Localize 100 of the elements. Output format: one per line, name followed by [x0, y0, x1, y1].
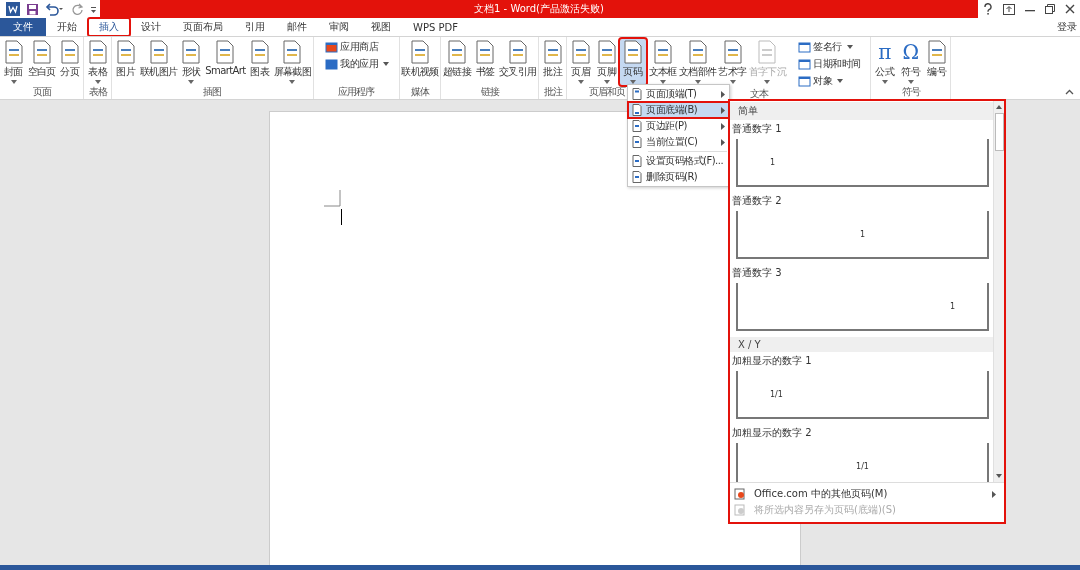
ribbon-tab[interactable]: 邮件 [276, 18, 318, 36]
page-icon [757, 40, 778, 64]
close-icon[interactable] [1065, 4, 1075, 14]
menu-item[interactable]: 设置页码格式(F)... [628, 153, 729, 169]
ribbon-button[interactable]: 文本框 [647, 39, 678, 85]
ribbon-button[interactable]: 我的应用 [324, 56, 391, 71]
ribbon-button[interactable]: 图片 [112, 39, 139, 85]
page-icon [115, 40, 136, 64]
ribbon-tab[interactable]: 视图 [360, 18, 402, 36]
page-icon [632, 136, 642, 148]
help-icon[interactable] [983, 3, 993, 15]
scrollbar-thumb[interactable] [994, 113, 1004, 151]
ribbon-button[interactable]: 页码 [619, 39, 646, 85]
page-icon [687, 40, 708, 64]
ribbon-button[interactable]: 空白页 [26, 39, 57, 85]
page-icon [632, 104, 642, 116]
page-icon [87, 40, 108, 64]
page-icon [249, 40, 270, 64]
page-number-text: 1 [859, 229, 866, 239]
ribbon-button[interactable]: 形状 [178, 39, 205, 85]
page-icon [507, 40, 528, 64]
page-icon [148, 40, 169, 64]
page-icon [722, 40, 743, 64]
menu-item[interactable]: 页面顶端(T) [628, 86, 729, 102]
ribbon-display-icon[interactable] [1003, 3, 1015, 15]
ribbon-button[interactable]: 联机视频 [400, 39, 440, 85]
ribbon-button[interactable]: 表格 [84, 39, 111, 85]
ribbon-button[interactable]: 封面 [0, 39, 27, 85]
ribbon-button[interactable]: 对象 [797, 73, 862, 88]
ribbon-tab[interactable]: 插入 [88, 18, 130, 36]
save-icon[interactable] [26, 2, 39, 16]
page-icon [59, 40, 80, 64]
page-number-preview[interactable]: 1/1 [736, 371, 989, 419]
ribbon-button[interactable]: 联机图片 [138, 39, 179, 85]
ribbon-button[interactable]: 书签 [472, 39, 499, 85]
collapse-ribbon-icon[interactable] [1065, 89, 1074, 95]
sign-in-link[interactable]: 登录 [1057, 20, 1080, 34]
gallery-item-label: 普通数字 3 [732, 266, 783, 280]
ribbon-button[interactable]: 超链接 [441, 39, 473, 85]
page-icon [632, 155, 642, 167]
page-icon [3, 40, 24, 64]
page-number-text: 1 [949, 301, 955, 311]
ribbon-button[interactable]: SmartArt [204, 39, 247, 85]
ribbon-button[interactable]: 页脚 [593, 39, 620, 85]
ribbon-button[interactable]: 应用商店 [324, 39, 391, 54]
ribbon-tab[interactable]: 引用 [234, 18, 276, 36]
menu-item[interactable]: Office.com 中的其他页码(M) [730, 486, 1004, 502]
page-icon [632, 88, 642, 100]
group-label: 应用程序 [338, 86, 375, 99]
page-icon [622, 40, 643, 64]
ribbon-button[interactable]: 交叉引用 [498, 39, 538, 85]
ribbon-button[interactable]: 编号 [923, 39, 950, 85]
scroll-down-icon[interactable] [995, 472, 1003, 480]
ribbon-button[interactable]: 屏幕截图 [272, 39, 313, 85]
page-icon [215, 40, 236, 64]
section-heading: 简单 [730, 102, 993, 120]
page-number-preview[interactable]: 1 [736, 211, 989, 259]
group-label: 文本 [749, 88, 768, 101]
page-icon [542, 40, 563, 64]
page-number-preview[interactable]: 1 [736, 283, 989, 331]
ribbon-tab[interactable]: 页面布局 [172, 18, 234, 36]
page-number-preview[interactable]: 1 [736, 139, 989, 187]
app-icon [798, 74, 812, 87]
ribbon-button[interactable]: 图表 [246, 39, 273, 85]
ribbon-button[interactable]: 页眉 [567, 39, 594, 85]
scroll-up-icon[interactable] [995, 103, 1003, 111]
redo-icon[interactable] [71, 2, 84, 16]
ribbon-tab[interactable]: WPS PDF [402, 18, 469, 36]
file-tab[interactable]: 文件 [0, 18, 46, 36]
scrollbar[interactable] [993, 101, 1004, 482]
ribbon-tab[interactable]: 审阅 [318, 18, 360, 36]
ribbon-tab[interactable]: 设计 [130, 18, 172, 36]
menu-item[interactable]: 页边距(P) [628, 118, 729, 134]
gallery-item-label: 普通数字 2 [732, 194, 783, 208]
ribbon-button[interactable]: 分页 [56, 39, 83, 85]
gallery-item-label: 普通数字 1 [732, 122, 783, 136]
page-icon [926, 40, 947, 64]
app-icon [798, 57, 812, 70]
page-icon [734, 504, 746, 516]
group-label: 链接 [480, 86, 499, 99]
page-icon [475, 40, 496, 64]
ribbon-button[interactable]: 艺术字 [717, 39, 748, 85]
menu-item[interactable]: 当前位置(C) [628, 134, 729, 150]
ribbon-button[interactable]: 日期和时间 [797, 56, 862, 71]
ribbon-tab[interactable]: 开始 [46, 18, 88, 36]
ribbon-button[interactable]: 签名行 [797, 39, 862, 54]
page-icon [181, 40, 202, 64]
app-icon [325, 40, 339, 53]
customize-caret-icon[interactable] [90, 4, 97, 14]
menu-item[interactable]: 删除页码(R) [628, 169, 729, 185]
undo-icon[interactable] [45, 2, 65, 16]
ribbon-button[interactable]: 文档部件 [677, 39, 718, 85]
ribbon-button[interactable]: Ω 符号 [897, 39, 924, 85]
page-icon [410, 40, 431, 64]
ribbon-button[interactable]: π 公式 [871, 39, 898, 85]
restore-icon[interactable] [1045, 4, 1055, 14]
page-number-text: 1/1 [856, 461, 869, 471]
menu-item[interactable]: 页面底端(B) [628, 102, 729, 118]
window-title: 文档1 - Word(产品激活失败) [474, 2, 604, 16]
ribbon-button[interactable]: 批注 [539, 39, 566, 85]
